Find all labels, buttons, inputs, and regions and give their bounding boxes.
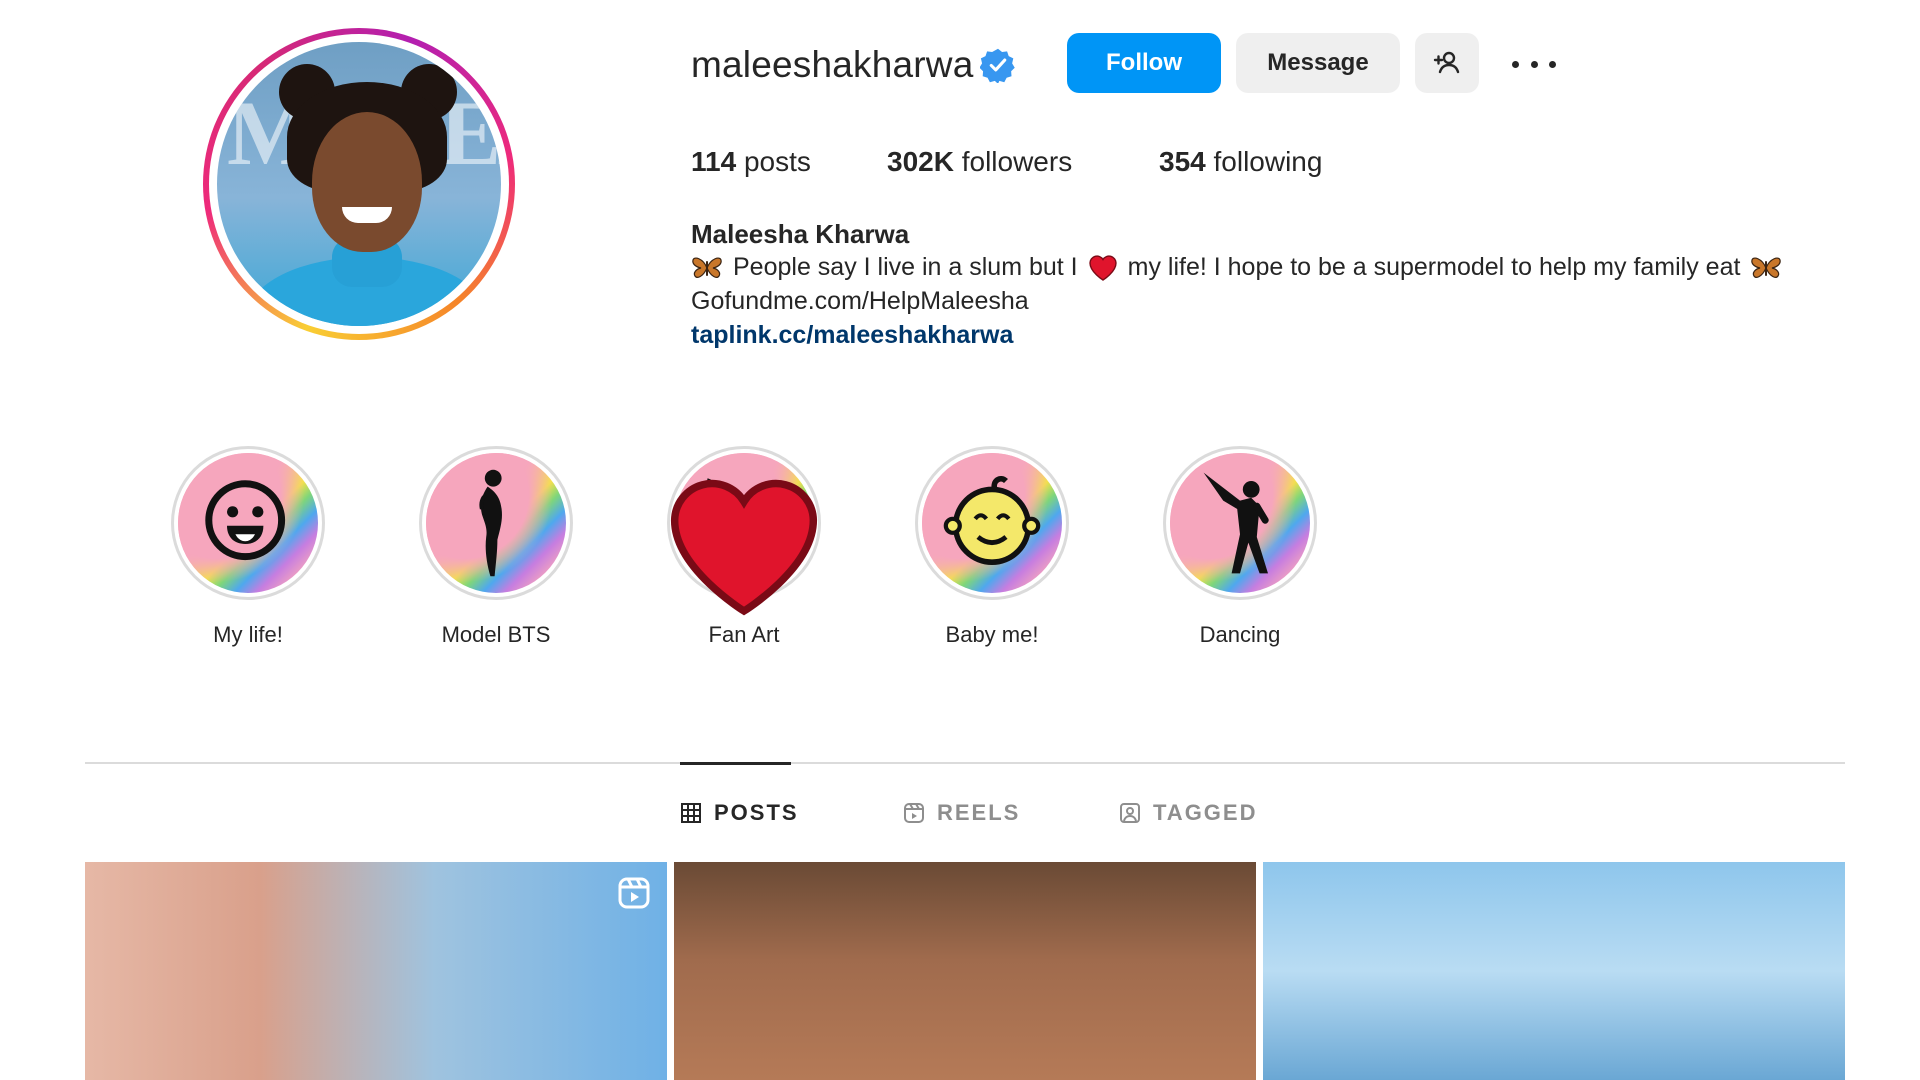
more-options-icon[interactable]	[1512, 50, 1556, 78]
active-tab-indicator	[680, 762, 791, 765]
butterfly-icon	[1751, 257, 1782, 278]
highlight-cover	[1163, 446, 1317, 600]
dancer-icon	[1203, 472, 1269, 574]
highlight-model-bts[interactable]: Model BTS	[416, 446, 576, 648]
posts-count: 114 posts	[691, 146, 811, 178]
profile-avatar[interactable]: MODEL	[217, 42, 501, 326]
tab-label: REELS	[937, 800, 1021, 825]
dot	[1512, 60, 1519, 68]
bio-text-start: People say I live in a slum but I	[733, 253, 1078, 281]
highlight-cover	[915, 446, 1069, 600]
dot	[1530, 60, 1538, 68]
followers-link[interactable]: 302K followers	[887, 146, 1072, 178]
highlight-dancing[interactable]: Dancing	[1160, 446, 1320, 648]
tab-label: TAGGED	[1153, 800, 1258, 825]
follow-button[interactable]: Follow	[1067, 33, 1221, 93]
verified-badge-icon	[980, 48, 1015, 83]
tab-label: POSTS	[714, 800, 799, 825]
post-thumbnail[interactable]	[85, 862, 667, 1080]
posts-label: posts	[736, 146, 811, 177]
highlight-label: Dancing	[1199, 622, 1281, 647]
tab-reels[interactable]: REELS	[903, 800, 1020, 826]
red-heart-icon	[670, 479, 818, 616]
message-button[interactable]: Message	[1236, 33, 1400, 93]
bio-gofundme-text: Gofundme.com/HelpMaleesha	[691, 287, 1029, 315]
post-thumbnail[interactable]	[1263, 862, 1845, 1080]
avatar-face	[312, 112, 422, 252]
profile-bio: People say I live in a slum but I my lif…	[691, 253, 1782, 282]
tab-tagged[interactable]: TAGGED	[1119, 800, 1257, 826]
tab-posts[interactable]: POSTS	[680, 800, 799, 826]
dot	[1549, 60, 1556, 68]
post-thumbnail[interactable]	[674, 862, 1256, 1080]
bio-text-end: my life! I hope to be a supermodel to he…	[1127, 253, 1741, 281]
following-link[interactable]: 354 following	[1159, 146, 1322, 178]
smiley-face-icon	[205, 480, 286, 561]
profile-full-name: Maleesha Kharwa	[691, 219, 910, 249]
posts-number: 114	[691, 146, 737, 177]
model-silhouette-icon	[479, 469, 502, 577]
highlight-baby-me[interactable]: Baby me!	[912, 446, 1072, 648]
highlight-fan-art[interactable]: Fan Art	[664, 446, 824, 648]
grid-icon	[681, 803, 701, 823]
highlight-label: My life!	[213, 622, 283, 647]
highlight-label: Model BTS	[441, 622, 551, 647]
highlight-cover	[171, 446, 325, 600]
profile-avatar-story-ring[interactable]: MODEL	[203, 28, 515, 340]
red-heart-icon	[1088, 254, 1117, 281]
highlight-cover	[419, 446, 573, 600]
person-add-icon	[1433, 51, 1460, 74]
tabs-divider	[85, 762, 1845, 764]
highlight-my-life[interactable]: My life!	[168, 446, 328, 648]
profile-external-link[interactable]: taplink.cc/maleeshakharwa	[691, 321, 1013, 350]
following-number: 354	[1159, 146, 1206, 177]
followers-number: 302K	[887, 146, 954, 177]
profile-username: maleeshakharwa	[691, 44, 974, 85]
reel-indicator-icon	[618, 877, 650, 909]
suggested-users-button[interactable]	[1415, 33, 1479, 93]
tagged-icon	[1120, 803, 1140, 823]
reels-icon	[904, 803, 924, 823]
baby-face-icon	[943, 475, 1041, 565]
highlight-label: Baby me!	[945, 622, 1039, 647]
following-label: following	[1205, 146, 1323, 177]
followers-label: followers	[953, 146, 1073, 177]
butterfly-icon	[692, 257, 722, 278]
